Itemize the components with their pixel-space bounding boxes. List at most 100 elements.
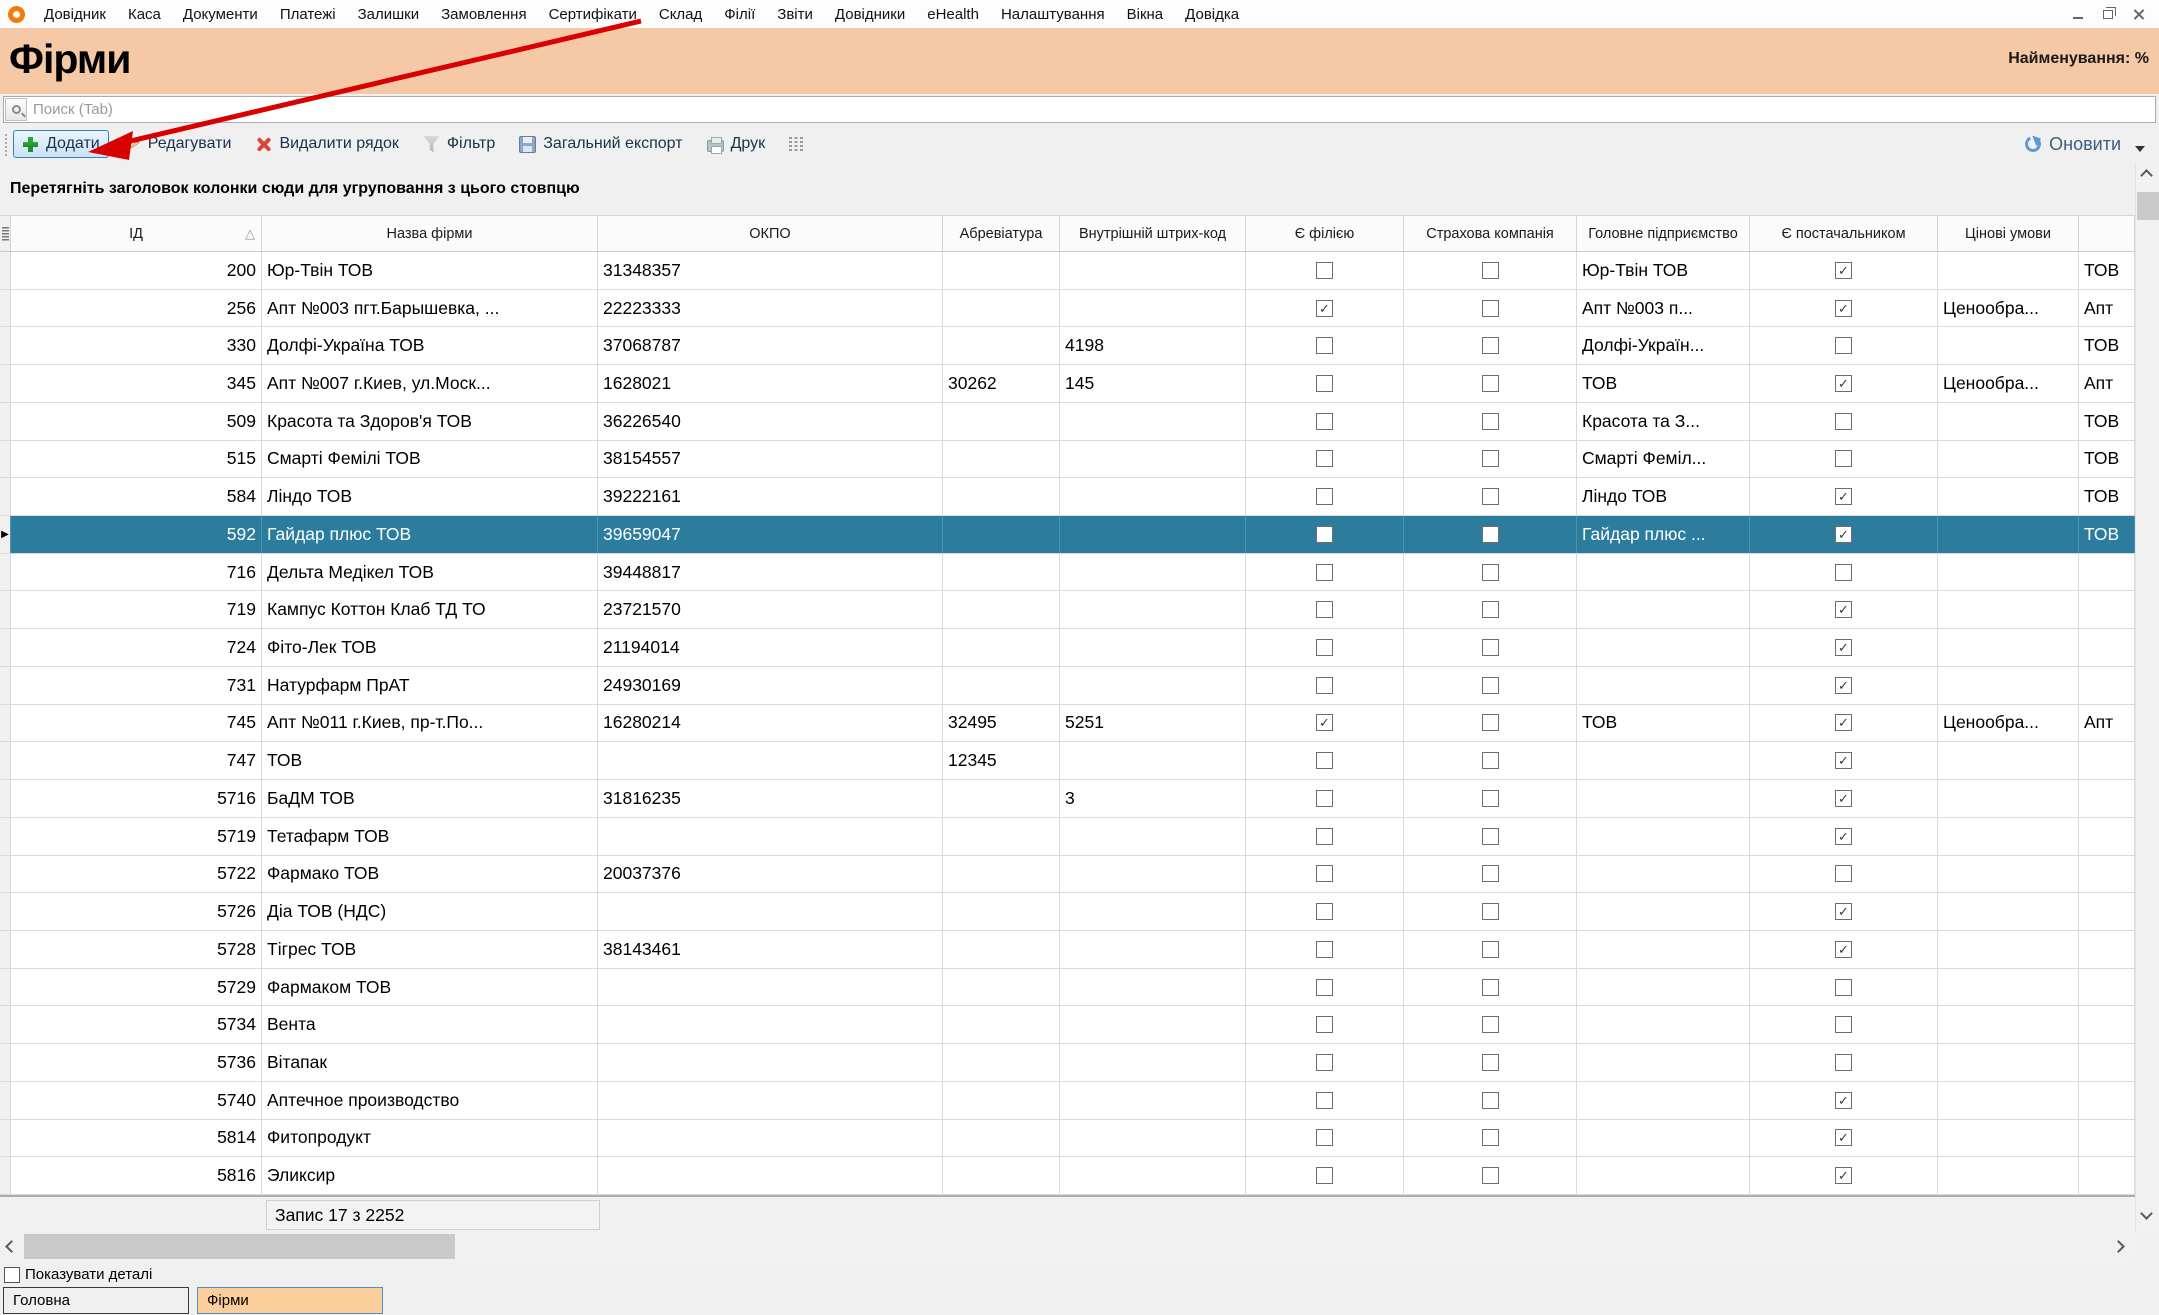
checkbox-is_insurance[interactable] xyxy=(1482,375,1499,392)
table-row[interactable]: 719Кампус Коттон Клаб ТД ТО23721570✓ xyxy=(0,591,2135,629)
checkbox-is_supplier[interactable]: ✓ xyxy=(1835,262,1852,279)
column-header-is_insurance[interactable]: Страхова компанія xyxy=(1404,216,1577,251)
checkbox-is_supplier[interactable]: ✓ xyxy=(1835,752,1852,769)
checkbox-is_supplier[interactable] xyxy=(1835,413,1852,430)
checkbox-is_branch[interactable] xyxy=(1316,262,1333,279)
checkbox-is_supplier[interactable]: ✓ xyxy=(1835,714,1852,731)
close-icon[interactable] xyxy=(2123,3,2153,25)
menu-item[interactable]: Звіти xyxy=(766,2,824,27)
table-row[interactable]: 5734Вента xyxy=(0,1006,2135,1044)
column-header-id[interactable]: ІД△ xyxy=(11,216,262,251)
checkbox-is_branch[interactable] xyxy=(1316,337,1333,354)
table-row[interactable]: 515Смарті Фемілі ТОВ38154557Смарті Феміл… xyxy=(0,441,2135,479)
checkbox-is_insurance[interactable] xyxy=(1482,979,1499,996)
table-row[interactable]: 5719Тетафарм ТОВ✓ xyxy=(0,818,2135,856)
checkbox-is_supplier[interactable]: ✓ xyxy=(1835,601,1852,618)
vertical-scrollbar[interactable] xyxy=(2135,163,2159,1232)
menu-item[interactable]: Сертифікати xyxy=(538,2,648,27)
checkbox-is_insurance[interactable] xyxy=(1482,262,1499,279)
menu-item[interactable]: Документи xyxy=(172,2,269,27)
checkbox-is_branch[interactable] xyxy=(1316,677,1333,694)
checkbox-is_branch[interactable] xyxy=(1316,413,1333,430)
menu-item[interactable]: Замовлення xyxy=(430,2,537,27)
toolbar-button-Редагувати[interactable]: Редагувати xyxy=(115,130,241,158)
menu-item[interactable]: Залишки xyxy=(347,2,431,27)
table-row[interactable]: 330Долфі-Україна ТОВ370687874198Долфі-Ук… xyxy=(0,327,2135,365)
toolbar-button-columns-icon[interactable] xyxy=(780,132,812,157)
caret-down-icon[interactable] xyxy=(2135,146,2145,152)
menu-item[interactable]: Каса xyxy=(117,2,172,27)
checkbox-is_branch[interactable] xyxy=(1316,790,1333,807)
table-row[interactable]: 5722Фармако ТОВ20037376 xyxy=(0,856,2135,894)
column-header-parent[interactable]: Головне підприємство xyxy=(1577,216,1750,251)
checkbox-is_supplier[interactable]: ✓ xyxy=(1835,790,1852,807)
column-header-barcode[interactable]: Внутрішній штрих-код xyxy=(1060,216,1246,251)
scroll-right-icon[interactable] xyxy=(2112,1240,2125,1253)
show-details-checkbox[interactable] xyxy=(4,1267,20,1283)
checkbox-is_branch[interactable] xyxy=(1316,903,1333,920)
checkbox-is_branch[interactable] xyxy=(1316,979,1333,996)
checkbox-is_branch[interactable] xyxy=(1316,828,1333,845)
table-row[interactable]: 745Апт №011 г.Киев, пр-т.По...1628021432… xyxy=(0,705,2135,743)
table-row[interactable]: 200Юр-Твін ТОВ31348357Юр-Твін ТОВ✓ТОВ xyxy=(0,252,2135,290)
menu-item[interactable]: Довідники xyxy=(824,2,916,27)
table-row[interactable]: ▶592Гайдар плюс ТОВ39659047Гайдар плюс .… xyxy=(0,516,2135,554)
checkbox-is_branch[interactable] xyxy=(1316,1092,1333,1109)
checkbox-is_insurance[interactable] xyxy=(1482,488,1499,505)
menu-item[interactable]: Склад xyxy=(648,2,713,27)
menu-item[interactable]: Вікна xyxy=(1116,2,1175,27)
table-row[interactable]: 345Апт №007 г.Киев, ул.Моск...1628021302… xyxy=(0,365,2135,403)
checkbox-is_branch[interactable]: ✓ xyxy=(1316,714,1333,731)
checkbox-is_supplier[interactable] xyxy=(1835,564,1852,581)
checkbox-is_insurance[interactable] xyxy=(1482,1167,1499,1184)
checkbox-is_branch[interactable] xyxy=(1316,375,1333,392)
table-row[interactable]: 509Красота та Здоров'я ТОВ36226540Красот… xyxy=(0,403,2135,441)
table-row[interactable]: 5728Тігрес ТОВ38143461✓ xyxy=(0,931,2135,969)
checkbox-is_branch[interactable] xyxy=(1316,526,1333,543)
toolbar-button-Видалити рядок[interactable]: Видалити рядок xyxy=(246,130,407,158)
checkbox-is_branch[interactable] xyxy=(1316,488,1333,505)
checkbox-is_insurance[interactable] xyxy=(1482,865,1499,882)
checkbox-is_insurance[interactable] xyxy=(1482,639,1499,656)
column-header-price_terms[interactable]: Цінові умови xyxy=(1938,216,2079,251)
table-row[interactable]: 5716БаДМ ТОВ318162353✓ xyxy=(0,780,2135,818)
checkbox-is_insurance[interactable] xyxy=(1482,714,1499,731)
checkbox-is_insurance[interactable] xyxy=(1482,337,1499,354)
checkbox-is_branch[interactable] xyxy=(1316,564,1333,581)
checkbox-is_insurance[interactable] xyxy=(1482,413,1499,430)
checkbox-is_branch[interactable] xyxy=(1316,450,1333,467)
checkbox-is_branch[interactable] xyxy=(1316,601,1333,618)
table-row[interactable]: 5726Діа ТОВ (НДС)✓ xyxy=(0,893,2135,931)
checkbox-is_insurance[interactable] xyxy=(1482,941,1499,958)
table-row[interactable]: 724Фіто-Лек ТОВ21194014✓ xyxy=(0,629,2135,667)
checkbox-is_insurance[interactable] xyxy=(1482,790,1499,807)
checkbox-is_supplier[interactable]: ✓ xyxy=(1835,300,1852,317)
toolbar-grip-icon[interactable] xyxy=(3,132,8,156)
checkbox-is_branch[interactable] xyxy=(1316,941,1333,958)
checkbox-is_supplier[interactable]: ✓ xyxy=(1835,903,1852,920)
search-input[interactable] xyxy=(27,101,2155,118)
checkbox-is_insurance[interactable] xyxy=(1482,828,1499,845)
horizontal-scroll-thumb[interactable] xyxy=(24,1234,455,1259)
column-header-abbr[interactable]: Абревіатура xyxy=(943,216,1060,251)
checkbox-is_supplier[interactable]: ✓ xyxy=(1835,1167,1852,1184)
checkbox-is_insurance[interactable] xyxy=(1482,1129,1499,1146)
checkbox-is_supplier[interactable] xyxy=(1835,1054,1852,1071)
tab-Головна[interactable]: Головна xyxy=(3,1287,189,1314)
menu-item[interactable]: Довідник xyxy=(33,2,117,27)
table-row[interactable]: 5740Аптечное производство✓ xyxy=(0,1082,2135,1120)
checkbox-is_supplier[interactable]: ✓ xyxy=(1835,941,1852,958)
column-header-name[interactable]: Назва фірми xyxy=(262,216,598,251)
checkbox-is_supplier[interactable] xyxy=(1835,1016,1852,1033)
table-row[interactable]: 256Апт №003 пгт.Барышевка, ...22223333✓А… xyxy=(0,290,2135,328)
table-row[interactable]: 731Натурфарм ПрАТ24930169✓ xyxy=(0,667,2135,705)
checkbox-is_supplier[interactable]: ✓ xyxy=(1835,488,1852,505)
table-row[interactable]: 5814Фитопродукт✓ xyxy=(0,1120,2135,1158)
minimize-icon[interactable] xyxy=(2063,3,2093,25)
checkbox-is_branch[interactable] xyxy=(1316,1129,1333,1146)
checkbox-is_insurance[interactable] xyxy=(1482,1054,1499,1071)
checkbox-is_insurance[interactable] xyxy=(1482,601,1499,618)
scroll-left-icon[interactable] xyxy=(5,1240,18,1253)
checkbox-is_supplier[interactable]: ✓ xyxy=(1835,1129,1852,1146)
table-row[interactable]: 716Дельта Медікел ТОВ39448817 xyxy=(0,554,2135,592)
